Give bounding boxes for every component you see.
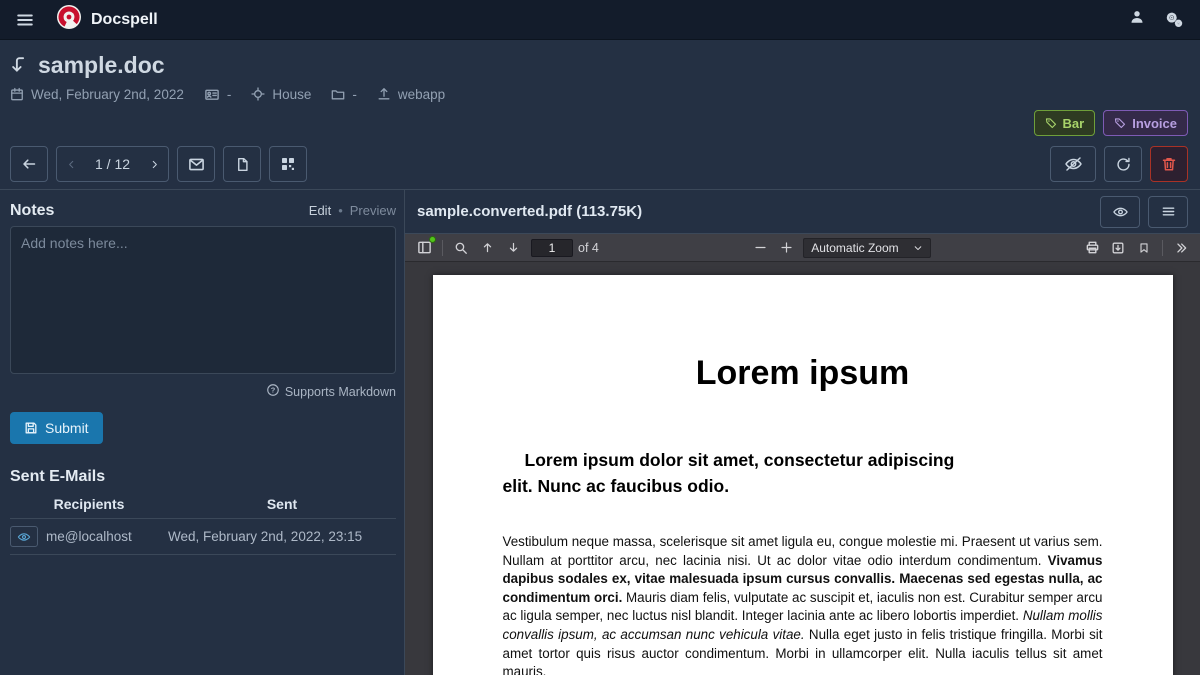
- tag-bar[interactable]: Bar: [1034, 110, 1096, 136]
- item-date: Wed, February 2nd, 2022: [31, 87, 184, 102]
- send-mail-button[interactable]: [177, 146, 215, 182]
- docspell-logo: [56, 4, 82, 35]
- tag-icon: [1045, 117, 1057, 129]
- bookmark-icon[interactable]: [1131, 237, 1157, 259]
- viewer-panel: sample.converted.pdf (113.75K): [404, 190, 1200, 675]
- preview-eye-button[interactable]: [1100, 196, 1140, 228]
- settings-gears-icon[interactable]: [1165, 11, 1184, 28]
- next-item-button[interactable]: [140, 147, 168, 181]
- notes-heading: Notes: [10, 202, 54, 220]
- reprocess-refresh-button[interactable]: [1104, 146, 1142, 182]
- print-icon[interactable]: [1079, 237, 1105, 259]
- col-header-sent: Sent: [168, 490, 396, 519]
- correspondent-icon: [204, 87, 220, 102]
- folder-value: -: [352, 87, 357, 102]
- page-title: sample.doc: [38, 52, 165, 79]
- item-header: sample.doc Wed, February 2nd, 2022 - Hou…: [0, 40, 1200, 190]
- add-file-button[interactable]: [223, 146, 261, 182]
- page-number-input[interactable]: [531, 239, 573, 257]
- source-link[interactable]: webapp: [398, 87, 445, 102]
- docspell-app: Docspell sample.doc Wed, February 2nd, 2…: [0, 0, 1200, 675]
- top-navbar: Docspell: [0, 0, 1200, 40]
- folder-icon: [331, 87, 345, 101]
- col-header-recipients: Recipients: [10, 490, 168, 519]
- previous-page-arrow-icon[interactable]: [474, 237, 500, 259]
- sent-email-row: me@localhost Wed, February 2nd, 2022, 23…: [10, 519, 396, 555]
- page-count-label: of 4: [578, 241, 599, 255]
- item-pager: 1 / 12: [56, 146, 169, 182]
- calendar-icon: [10, 87, 24, 101]
- document-body: Vestibulum neque massa, scelerisque sit …: [503, 533, 1103, 675]
- pdf-viewport[interactable]: Lorem ipsum Lorem ipsum dolor sit amet, …: [405, 262, 1200, 675]
- viewer-header: sample.converted.pdf (113.75K): [405, 190, 1200, 234]
- document-lead: Lorem ipsum dolor sit amet, consectetur …: [503, 447, 1103, 499]
- next-page-arrow-icon[interactable]: [500, 237, 526, 259]
- hamburger-menu-icon[interactable]: [16, 11, 34, 29]
- pdf-toolbar: of 4 Automatic Zoom: [405, 234, 1200, 262]
- chevron-down-icon: [913, 243, 923, 253]
- user-icon[interactable]: [1129, 9, 1145, 30]
- concerning-icon: [251, 87, 265, 101]
- mail-sent-date: Wed, February 2nd, 2022, 23:15: [168, 519, 396, 555]
- zoom-label: Automatic Zoom: [811, 241, 898, 255]
- lead-line-1: Lorem ipsum dolor sit amet, consectetur …: [503, 450, 955, 470]
- tools-double-chevron-icon[interactable]: [1168, 237, 1194, 259]
- tag-icon: [1114, 117, 1126, 129]
- toolbar-divider: [1162, 240, 1163, 256]
- markdown-hint-link[interactable]: ? Supports Markdown: [10, 383, 396, 400]
- notes-edit-link[interactable]: Edit: [309, 203, 331, 218]
- view-mail-button[interactable]: [10, 526, 38, 547]
- notes-preview-link[interactable]: Preview: [350, 203, 396, 218]
- tag-label: Invoice: [1132, 116, 1177, 131]
- prev-item-button[interactable]: [57, 147, 85, 181]
- markdown-hint-label: Supports Markdown: [285, 385, 396, 399]
- pdf-page: Lorem ipsum Lorem ipsum dolor sit amet, …: [433, 275, 1173, 675]
- zoom-select[interactable]: Automatic Zoom: [803, 238, 930, 258]
- svg-text:?: ?: [271, 386, 276, 395]
- sent-emails-table: Recipients Sent me@localhost: [10, 490, 396, 555]
- submit-notes-button[interactable]: Submit: [10, 412, 103, 444]
- delete-trash-button[interactable]: [1150, 146, 1188, 182]
- item-toolbar: 1 / 12: [10, 146, 1190, 182]
- brand[interactable]: Docspell: [56, 4, 158, 35]
- back-button[interactable]: [10, 146, 48, 182]
- notes-textarea[interactable]: [10, 226, 396, 374]
- main-content: Notes Edit • Preview ? Supports Markdown: [0, 190, 1200, 675]
- qr-grid-button[interactable]: [269, 146, 307, 182]
- dot-separator: •: [338, 203, 343, 218]
- sent-emails-heading: Sent E-Mails: [10, 468, 396, 486]
- pager-label: 1 / 12: [85, 156, 140, 172]
- notification-dot: [429, 236, 436, 243]
- toolbar-divider: [442, 240, 443, 256]
- save-icon: [24, 421, 38, 435]
- tag-label: Bar: [1063, 116, 1085, 131]
- file-menu-button[interactable]: [1148, 196, 1188, 228]
- download-icon[interactable]: [1105, 237, 1131, 259]
- tag-invoice[interactable]: Invoice: [1103, 110, 1188, 136]
- lead-line-2: elit. Nunc ac faucibus odio.: [503, 476, 730, 496]
- item-icon: [10, 55, 30, 75]
- mail-recipient: me@localhost: [46, 529, 132, 544]
- tags-row: Bar Invoice: [10, 110, 1190, 136]
- zoom-out-icon[interactable]: [747, 237, 773, 259]
- viewer-filename: sample.converted.pdf (113.75K): [417, 203, 642, 220]
- submit-label: Submit: [45, 420, 89, 436]
- body-text: Vestibulum neque massa, scelerisque sit …: [503, 534, 1103, 568]
- document-title: Lorem ipsum: [503, 353, 1103, 393]
- source-upload-icon: [377, 87, 391, 101]
- notes-panel: Notes Edit • Preview ? Supports Markdown: [0, 190, 404, 675]
- zoom-in-icon[interactable]: [773, 237, 799, 259]
- question-circle-icon: ?: [266, 383, 280, 400]
- concerning-link[interactable]: House: [272, 87, 311, 102]
- brand-name: Docspell: [91, 11, 158, 29]
- search-icon[interactable]: [448, 237, 474, 259]
- correspondent-value: -: [227, 87, 232, 102]
- unconfirm-eye-slash-button[interactable]: [1050, 146, 1096, 182]
